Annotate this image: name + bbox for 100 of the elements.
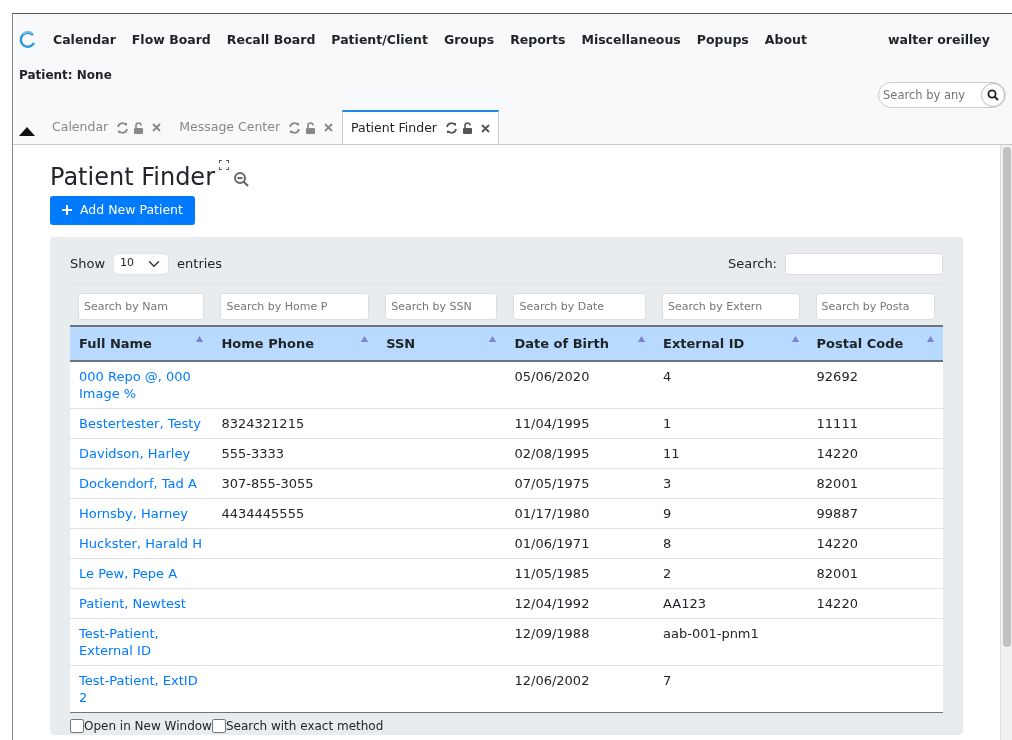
table-cell: 14220 [816,536,858,552]
table-cell: 14220 [816,596,858,612]
checkbox[interactable] [211,719,226,734]
page-title: Patient Finder [50,163,215,192]
tab[interactable]: Calendar [43,110,171,144]
menu-item[interactable]: Flow Board [131,30,211,50]
table-cell: 82001 [816,476,858,492]
entries-select[interactable]: 10 [113,252,170,275]
table-cell: 92692 [816,369,858,385]
patient-name-link[interactable]: 000 Repo @, 000 Image % [79,368,204,403]
table-cell: 12/04/1992 [514,596,590,612]
table-cell: 12/06/2002 [514,673,590,689]
column-header[interactable]: Home Phone [212,325,378,362]
lock-icon[interactable] [462,122,473,134]
patient-name-link[interactable]: Test-Patient, External ID [79,625,204,660]
sort-icon [361,335,369,342]
tab[interactable]: Message Center [170,110,343,144]
patient-name-link[interactable]: Patient, Newtest [79,595,204,613]
tab-label: Calendar [52,118,109,137]
tab-label: Patient Finder [351,118,437,137]
lock-icon[interactable] [305,121,317,134]
table-cell: 01/06/1971 [514,536,590,552]
checkbox-option[interactable]: Open in New Window [70,717,212,736]
close-icon[interactable] [324,123,334,132]
refresh-icon[interactable] [445,122,458,134]
table-cell: 4434445555 [221,506,305,522]
menu-item[interactable]: Reports [510,30,566,50]
column-filter-field[interactable]: Search by Extern [662,292,800,320]
menu-item[interactable]: Miscellaneous [581,30,681,50]
checkbox-option[interactable]: Search with exact method [211,717,384,736]
menu-item[interactable]: Recall Board [226,30,316,50]
sort-icon [196,335,204,342]
table-cell: 05/06/2020 [514,369,590,385]
search-label: Search: [727,254,777,273]
table-cell: 01/17/1980 [514,506,590,522]
table-cell: 3 [663,476,672,492]
lock-icon[interactable] [133,121,145,134]
patient-label: Patient: None [19,67,112,84]
sort-icon [489,335,497,342]
refresh-icon[interactable] [288,121,302,134]
patient-name-link[interactable]: Davidson, Harley [79,445,204,463]
close-icon[interactable] [481,123,490,133]
table-cell: 11111 [816,416,858,432]
table-cell: 9 [663,506,672,522]
column-filter-field[interactable]: Search by Posta [815,292,935,320]
entries-label: entries [177,254,223,273]
table-cell: aab-001-pnm1 [663,626,759,642]
table-cell: 1 [663,416,672,432]
column-header[interactable]: Full Name [70,325,213,362]
scrollbar-thumb[interactable] [1002,147,1011,647]
tab[interactable]: Patient Finder [342,110,499,144]
table-cell: 12/09/1988 [514,626,590,642]
refresh-icon[interactable] [116,121,130,134]
menu-item[interactable]: Patient/Client [331,30,428,50]
table-cell: 11/05/1985 [514,566,590,582]
table-cell: 02/08/1995 [514,446,590,462]
table-cell: 307-855-3055 [221,476,314,492]
column-header[interactable]: SSN [377,325,506,362]
table-cell: AA123 [663,596,706,612]
patient-name-link[interactable]: Dockendorf, Tad A [79,475,204,493]
show-label: Show [70,254,106,273]
table-cell: 14220 [816,446,858,462]
patient-name-link[interactable]: Le Pew, Pepe A [79,565,204,583]
column-filter-field[interactable]: Search by Date [513,292,646,320]
table-cell: 07/05/1975 [514,476,590,492]
column-header[interactable]: External ID [654,325,808,362]
patient-name-link[interactable]: Hornsby, Harney [79,505,204,523]
table-cell: 99887 [816,506,858,522]
sort-icon [791,335,799,342]
expand-icon[interactable] [219,160,229,170]
column-header[interactable]: Postal Code [807,325,943,362]
table-search-field[interactable] [785,252,943,275]
add-new-patient-button[interactable]: Add New Patient [50,195,195,225]
menu-item[interactable]: About [764,30,807,50]
table-cell: 82001 [816,566,858,582]
menu-item[interactable]: Calendar [53,30,116,50]
column-filter-field[interactable]: Search by Nam [78,292,205,320]
patient-name-link[interactable]: Huckster, Harald H [79,535,204,553]
zoom-out-icon[interactable] [233,171,250,188]
menu-item[interactable]: Groups [443,30,495,50]
table-cell: 11 [663,446,680,462]
checkbox[interactable] [70,719,84,734]
table-cell: 7 [663,673,672,689]
menu-item[interactable]: Popups [696,30,749,50]
patient-name-link[interactable]: Bestertester, Testy [79,415,204,433]
column-filter-field[interactable]: Search by SSN [385,292,498,320]
sort-icon [638,335,645,342]
table-cell: 8324321215 [221,416,305,432]
collapse-caret-icon[interactable] [19,127,35,136]
scrollbar[interactable] [1000,145,1012,740]
user-name[interactable]: walter oreilley [888,30,990,50]
table-cell: 4 [663,369,672,385]
search-icon [987,89,999,101]
table-cell: 2 [663,566,672,582]
table-cell: 8 [663,536,672,552]
column-filter-field[interactable]: Search by Home P [220,292,370,320]
app-logo-icon [19,31,37,49]
column-header[interactable]: Date of Birth [505,325,654,362]
close-icon[interactable] [152,123,162,132]
patient-name-link[interactable]: Test-Patient, ExtID 2 [79,672,204,707]
